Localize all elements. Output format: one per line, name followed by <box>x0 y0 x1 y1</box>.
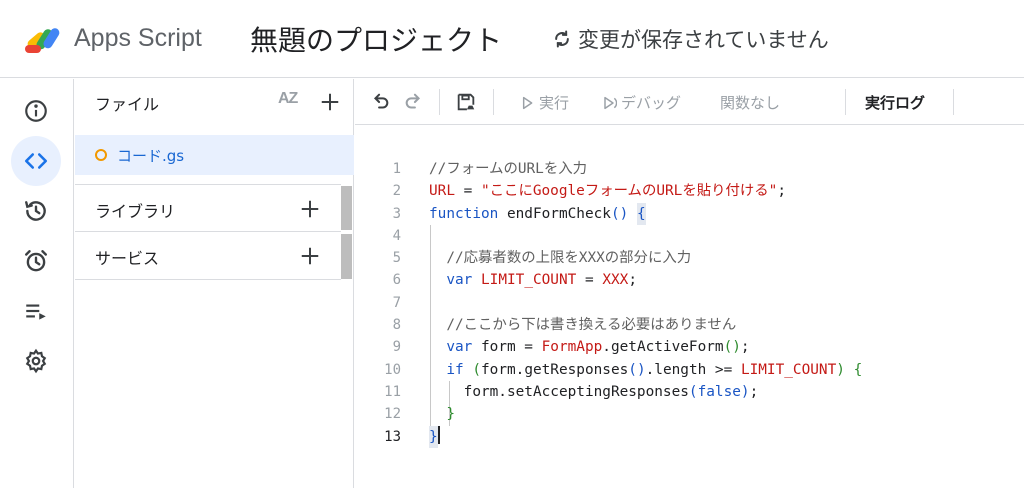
editor-button[interactable] <box>11 136 61 186</box>
unsaved-dot-icon <box>95 149 107 161</box>
line-number: 13 <box>384 428 401 445</box>
line-number-gutter: 1 2 3 4 5 6 7 8 9 10 11 12 13 <box>355 158 401 448</box>
code-icon <box>24 153 48 169</box>
libraries-scrollbar[interactable] <box>341 186 352 230</box>
code-area[interactable]: //フォームのURLを入力 URL = "ここにGoogleフォームのURLを貼… <box>429 158 1019 448</box>
overview-button[interactable] <box>11 86 61 136</box>
sync-icon <box>555 30 569 48</box>
line-number: 8 <box>392 317 401 334</box>
plus-icon <box>321 93 339 111</box>
code-line: //ここから下は書き換える必要はありません <box>446 317 737 334</box>
divider <box>75 231 341 232</box>
code-line: } <box>446 406 455 423</box>
function-select-value: 関数なし <box>720 94 781 112</box>
code-line: var LIMIT_COUNT = XXX; <box>446 272 637 289</box>
code-line: } <box>429 425 1019 448</box>
save-button[interactable] <box>453 89 479 115</box>
sort-files-button[interactable]: AZ <box>278 90 298 108</box>
plus-icon <box>301 247 319 265</box>
plus-icon <box>301 200 319 218</box>
code-editor[interactable]: 1 2 3 4 5 6 7 8 9 10 11 12 13 //フォームのURLを入力 URL = "こ… <box>355 126 1024 488</box>
divider <box>75 184 341 185</box>
line-number: 7 <box>392 294 401 311</box>
executions-icon <box>26 304 46 320</box>
project-title[interactable]: 無題のプロジェクト <box>250 19 502 59</box>
divider <box>75 279 341 280</box>
debug-label: デバッグ <box>621 94 682 112</box>
execution-log-button[interactable]: 実行ログ <box>865 92 925 113</box>
add-service-button[interactable] <box>297 243 323 269</box>
run-label: 実行 <box>539 94 570 112</box>
debug-button[interactable]: デバッグ <box>601 92 681 113</box>
line-number: 4 <box>392 227 401 244</box>
toolbar-divider <box>953 89 954 115</box>
app-name[interactable]: Apps Script <box>74 24 202 53</box>
code-line: //応募者数の上限をXXXの部分に入力 <box>446 250 692 267</box>
undo-button[interactable] <box>367 89 393 115</box>
save-status: 変更が保存されていません <box>552 24 829 54</box>
line-number: 10 <box>384 361 401 378</box>
play-icon <box>522 96 533 109</box>
app-header: Apps Script 無題のプロジェクト 変更が保存されていません <box>0 0 1024 78</box>
code-line: if (form.getResponses().length >= LIMIT_… <box>446 361 863 378</box>
line-number: 9 <box>392 339 401 356</box>
text-caret <box>437 425 440 444</box>
code-line: var form = FormApp.getActiveForm(); <box>446 339 750 356</box>
line-number: 6 <box>392 272 401 289</box>
services-label: サービス <box>95 249 160 268</box>
line-number: 5 <box>392 250 401 267</box>
code-line: //フォームのURLを入力 <box>429 161 588 177</box>
code-line: URL = "ここにGoogleフォームのURLを貼り付ける"; <box>429 183 787 200</box>
code-line: function endFormCheck() { <box>429 202 1019 225</box>
project-settings-button[interactable] <box>11 336 61 386</box>
info-icon <box>25 100 47 122</box>
libraries-label: ライブラリ <box>95 202 176 221</box>
gear-icon <box>25 348 47 374</box>
toolbar-divider <box>845 89 846 115</box>
run-button[interactable]: 実行 <box>519 92 569 113</box>
version-history-button[interactable] <box>11 186 61 236</box>
save-status-text: 変更が保存されていません <box>578 28 829 52</box>
add-file-button[interactable] <box>317 89 343 115</box>
files-panel: ファイル AZ コード.gs ライブラリ サービス <box>75 79 354 488</box>
code-line: form.setAcceptingResponses(false); <box>429 383 759 400</box>
add-library-button[interactable] <box>297 196 323 222</box>
undo-icon <box>373 93 389 109</box>
file-item-code-gs[interactable]: コード.gs <box>75 135 354 175</box>
editor-toolbar: 実行 デバッグ 関数なし 実行ログ <box>355 79 1024 125</box>
save-drive-icon <box>457 93 475 111</box>
redo-icon <box>405 93 421 109</box>
toolbar-divider <box>439 89 440 115</box>
apps-script-logo-icon[interactable] <box>24 22 64 56</box>
files-title: ファイル <box>95 95 160 114</box>
line-number: 12 <box>384 406 401 423</box>
left-rail <box>0 79 74 488</box>
file-name: コード.gs <box>117 147 185 165</box>
line-number: 1 <box>392 161 401 177</box>
toolbar-divider <box>493 89 494 115</box>
debug-icon <box>604 96 617 109</box>
triggers-button[interactable] <box>11 236 61 286</box>
services-scrollbar[interactable] <box>341 234 352 279</box>
function-select[interactable]: 関数なし <box>720 92 780 113</box>
alarm-icon <box>25 250 47 272</box>
history-icon <box>25 201 46 221</box>
line-number: 11 <box>384 383 401 400</box>
line-number: 2 <box>392 183 401 200</box>
line-number: 3 <box>392 205 401 222</box>
executions-button[interactable] <box>11 286 61 336</box>
redo-button[interactable] <box>401 89 427 115</box>
